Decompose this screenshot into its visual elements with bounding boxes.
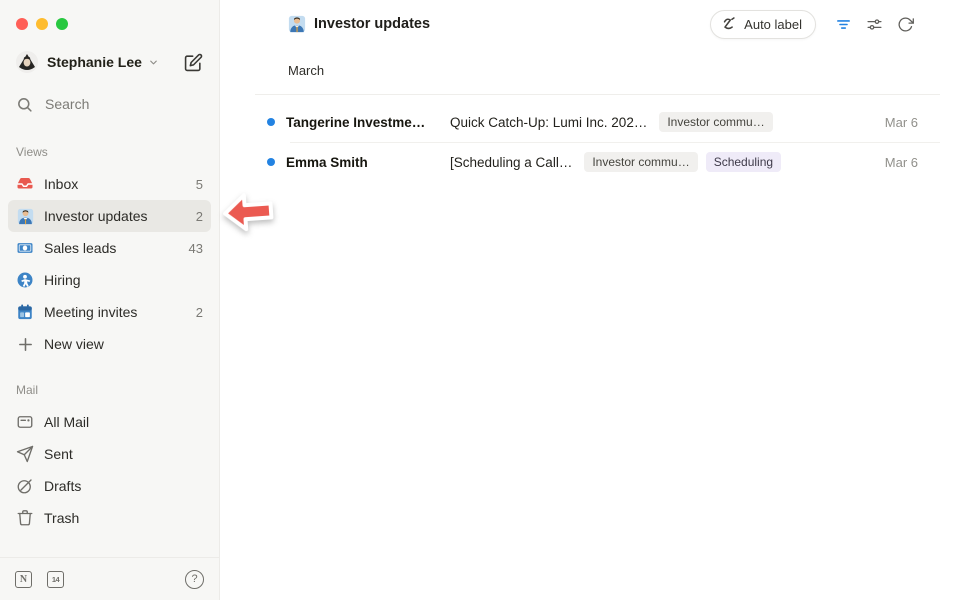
group-header: March	[255, 48, 940, 95]
unread-count: 2	[196, 305, 203, 320]
search-button[interactable]: Search	[0, 92, 219, 116]
email-row[interactable]: Tangerine Investme… Quick Catch-Up: Lumi…	[255, 102, 940, 142]
search-icon	[16, 96, 33, 113]
label-tag: Scheduling	[706, 152, 781, 172]
auto-label-wand-icon	[721, 16, 737, 32]
email-row[interactable]: Emma Smith [Scheduling a Call… Investor …	[255, 142, 940, 182]
user-name: Stephanie Lee	[47, 54, 142, 70]
email-sender: Emma Smith	[286, 155, 450, 170]
sidebar-item-label: Drafts	[44, 478, 81, 494]
sidebar-item-new-view[interactable]: New view	[8, 328, 211, 360]
sidebar-item-trash[interactable]: Trash	[8, 502, 211, 534]
filter-icon[interactable]	[835, 16, 852, 33]
sidebar-item-all-mail[interactable]: All Mail	[8, 406, 211, 438]
sidebar-item-label: Sent	[44, 446, 73, 462]
sidebar-item-label: Inbox	[44, 176, 78, 192]
sidebar-footer: N 14 ?	[0, 557, 219, 600]
sidebar-item-label: Sales leads	[44, 240, 116, 256]
mail-list: All Mail Sent Drafts	[0, 406, 219, 534]
sidebar-item-label: All Mail	[44, 414, 89, 430]
label-tag: Investor commu…	[584, 152, 697, 172]
sidebar-item-inbox[interactable]: Inbox 5	[8, 168, 211, 200]
notion-logo-icon[interactable]: N	[15, 571, 32, 588]
account-switcher[interactable]: Stephanie Lee	[0, 48, 219, 76]
chevron-down-icon	[148, 57, 159, 68]
email-list: March Tangerine Investme… Quick Catch-Up…	[255, 48, 940, 182]
all-mail-icon	[16, 413, 34, 431]
refresh-icon[interactable]	[897, 16, 914, 33]
investor-icon	[288, 15, 306, 33]
auto-label-button-label: Auto label	[744, 17, 802, 32]
help-icon[interactable]: ?	[185, 570, 204, 589]
auto-label-button[interactable]: Auto label	[710, 10, 816, 39]
person-icon	[16, 271, 34, 289]
unread-dot	[267, 118, 275, 126]
sidebar-item-drafts[interactable]: Drafts	[8, 470, 211, 502]
window-minimize-button[interactable]	[36, 18, 48, 30]
main-content: Investor updates Auto label	[221, 0, 960, 600]
unread-dot	[267, 158, 275, 166]
unread-count: 43	[189, 241, 203, 256]
compose-icon[interactable]	[184, 53, 203, 72]
sidebar: Stephanie Lee Search Views Inbox	[0, 0, 220, 600]
inbox-icon	[16, 175, 34, 193]
email-subject: Quick Catch-Up: Lumi Inc. 202…	[450, 115, 647, 130]
unread-count: 5	[196, 177, 203, 192]
email-tags: Investor commu… Scheduling	[584, 152, 781, 172]
sidebar-item-label: New view	[44, 336, 104, 352]
group-label: March	[288, 63, 324, 78]
window-close-button[interactable]	[16, 18, 28, 30]
sidebar-item-label: Trash	[44, 510, 79, 526]
page-title: Investor updates	[314, 16, 430, 32]
send-icon	[16, 445, 34, 463]
email-date: Mar 6	[885, 115, 940, 130]
email-subject: [Scheduling a Call…	[450, 155, 572, 170]
views-list: Inbox 5 Investor updates 2	[0, 168, 219, 360]
search-label: Search	[45, 96, 89, 112]
sidebar-item-sent[interactable]: Sent	[8, 438, 211, 470]
sidebar-item-hiring[interactable]: Hiring	[8, 264, 211, 296]
sidebar-item-investor-updates[interactable]: Investor updates 2	[8, 200, 211, 232]
sidebar-item-meeting-invites[interactable]: Meeting invites 2	[8, 296, 211, 328]
plus-icon	[16, 335, 34, 353]
email-sender: Tangerine Investme…	[286, 115, 450, 130]
view-header: Investor updates Auto label	[221, 0, 960, 48]
mail-section-label: Mail	[0, 383, 219, 398]
email-date: Mar 6	[885, 155, 940, 170]
investor-icon	[16, 207, 34, 225]
display-settings-icon[interactable]	[866, 16, 883, 33]
sidebar-item-label: Hiring	[44, 272, 81, 288]
avatar	[16, 51, 38, 73]
views-section-label: Views	[0, 145, 219, 160]
unread-count: 2	[196, 209, 203, 224]
banknote-icon	[16, 239, 34, 257]
label-tag: Investor commu…	[659, 112, 772, 132]
drafts-icon	[16, 477, 34, 495]
sidebar-item-sales-leads[interactable]: Sales leads 43	[8, 232, 211, 264]
sidebar-item-label: Meeting invites	[44, 304, 137, 320]
trash-icon	[16, 509, 34, 527]
sidebar-item-label: Investor updates	[44, 208, 148, 224]
calendar-icon	[16, 303, 34, 321]
window-zoom-button[interactable]	[56, 18, 68, 30]
window-controls	[16, 18, 68, 30]
notion-calendar-icon[interactable]: 14	[47, 571, 64, 588]
email-tags: Investor commu…	[659, 112, 772, 132]
